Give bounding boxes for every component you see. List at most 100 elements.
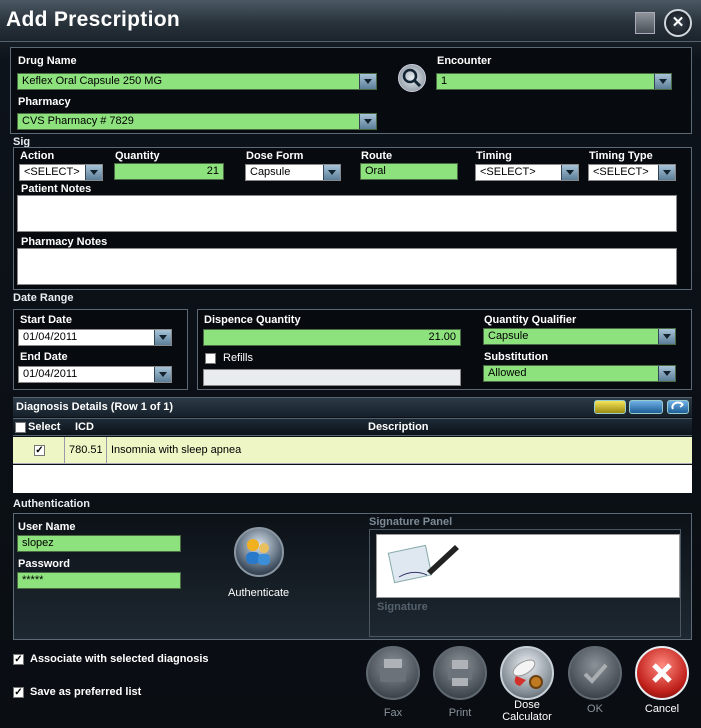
user-name-label: User Name: [18, 521, 76, 533]
action-label: Action: [20, 150, 55, 162]
chevron-down-icon[interactable]: [658, 329, 675, 344]
dose-calculator-label: Dose Calculator: [502, 699, 552, 723]
grid-empty-area: [13, 465, 692, 493]
end-date-value: 01/04/2011: [23, 368, 78, 380]
dose-form-value: Capsule: [250, 166, 291, 178]
x-icon: [652, 663, 672, 683]
start-date-value: 01/04/2011: [23, 331, 78, 343]
columns-button[interactable]: [629, 400, 663, 414]
chevron-down-icon[interactable]: [85, 165, 102, 180]
ok-button[interactable]: [568, 646, 622, 700]
pharmacy-notes-label: Pharmacy Notes: [21, 236, 108, 248]
search-drug-button[interactable]: [398, 64, 426, 92]
fax-button[interactable]: [366, 646, 420, 700]
cancel-button[interactable]: [635, 646, 689, 700]
timing-type-label: Timing Type: [589, 150, 653, 162]
select-all-checkbox[interactable]: [15, 422, 26, 433]
timing-label: Timing: [476, 150, 512, 162]
chevron-down-icon[interactable]: [359, 114, 376, 129]
substitution-label: Substitution: [484, 351, 549, 363]
route-input[interactable]: Oral: [360, 163, 458, 180]
chevron-down-icon[interactable]: [654, 74, 671, 89]
refresh-icon: [671, 401, 684, 410]
refresh-button[interactable]: [667, 400, 689, 414]
chevron-down-icon[interactable]: [154, 330, 171, 345]
grid-view-button[interactable]: [594, 400, 626, 414]
pill-gear-icon: [512, 659, 543, 689]
refills-label: Refills: [223, 352, 253, 364]
password-input[interactable]: *****: [17, 572, 181, 589]
save-preferred-label: Save as preferred list: [30, 686, 142, 698]
save-preferred-checkbox[interactable]: ✓: [13, 687, 24, 698]
pharmacy-notes-input[interactable]: [17, 248, 677, 285]
timing-value: <SELECT>: [480, 166, 536, 178]
close-button[interactable]: ✕: [664, 9, 692, 37]
quantity-input[interactable]: 21: [114, 163, 224, 180]
dose-form-select[interactable]: Capsule: [245, 164, 341, 181]
chevron-down-icon[interactable]: [359, 74, 376, 89]
drug-name-select[interactable]: Keflex Oral Capsule 250 MG: [17, 73, 377, 90]
row-select-checkbox[interactable]: ✓: [34, 445, 45, 456]
quantity-qualifier-select[interactable]: Capsule: [483, 328, 676, 345]
encounter-value: 1: [441, 75, 448, 87]
substitution-select[interactable]: Allowed: [483, 365, 676, 382]
chevron-down-icon[interactable]: [658, 165, 675, 180]
pen-signature-icon: [387, 544, 459, 584]
end-date-label: End Date: [20, 351, 68, 363]
encounter-label: Encounter: [437, 55, 492, 67]
drug-name-label: Drug Name: [18, 55, 77, 67]
window-title: Add Prescription: [6, 8, 180, 31]
pharmacy-value: CVS Pharmacy # 7829: [22, 115, 134, 127]
action-select[interactable]: <SELECT>: [19, 164, 103, 181]
associate-diagnosis-label: Associate with selected diagnosis: [30, 653, 209, 665]
authenticate-label: Authenticate: [228, 587, 290, 599]
associate-diagnosis-checkbox[interactable]: ✓: [13, 654, 24, 665]
timing-select[interactable]: <SELECT>: [475, 164, 579, 181]
patient-notes-input[interactable]: [17, 195, 677, 232]
diagnosis-header: Diagnosis Details (Row 1 of 1): [16, 401, 174, 413]
drug-name-value: Keflex Oral Capsule 250 MG: [22, 75, 163, 87]
dispense-quantity-label: Dispence Quantity: [204, 314, 301, 326]
chevron-down-icon[interactable]: [658, 366, 675, 381]
select-column-header: Select: [28, 421, 61, 433]
magnifier-icon: [402, 68, 422, 88]
action-value: <SELECT>: [24, 166, 80, 178]
substitution-value: Allowed: [488, 367, 527, 379]
end-date-picker[interactable]: 01/04/2011: [18, 366, 172, 383]
print-button[interactable]: [433, 646, 487, 700]
checkmark-icon: [583, 663, 608, 684]
table-row[interactable]: ✓ 780.51 Insomnia with sleep apnea: [13, 437, 692, 464]
close-icon: ✕: [671, 14, 685, 31]
user-name-input[interactable]: slopez: [17, 535, 181, 552]
start-date-picker[interactable]: 01/04/2011: [18, 329, 172, 346]
timing-type-value: <SELECT>: [593, 166, 649, 178]
description-column-header: Description: [368, 421, 429, 433]
pharmacy-label: Pharmacy: [18, 96, 71, 108]
dose-calculator-button[interactable]: [500, 646, 554, 700]
printer-icon: [448, 660, 472, 686]
patient-notes-label: Patient Notes: [21, 183, 92, 195]
authentication-label: Authentication: [13, 498, 90, 510]
signature-label: Signature: [377, 601, 428, 613]
pharmacy-select[interactable]: CVS Pharmacy # 7829: [17, 113, 377, 130]
signature-pad[interactable]: [376, 534, 680, 598]
timing-type-select[interactable]: <SELECT>: [588, 164, 676, 181]
description-cell: Insomnia with sleep apnea: [111, 444, 242, 456]
title-bar: Add Prescription ✕: [0, 0, 701, 42]
add-prescription-window: Add Prescription ✕ Drug Name Keflex Oral…: [0, 0, 701, 728]
signature-panel-label: Signature Panel: [369, 516, 453, 528]
route-label: Route: [361, 150, 393, 162]
encounter-select[interactable]: 1: [436, 73, 672, 90]
chevron-down-icon[interactable]: [323, 165, 340, 180]
refills-checkbox[interactable]: [205, 353, 216, 364]
dispense-quantity-input[interactable]: 21.00: [203, 329, 461, 346]
icd-column-header: ICD: [75, 421, 94, 433]
chevron-down-icon[interactable]: [561, 165, 578, 180]
chevron-down-icon[interactable]: [154, 367, 171, 382]
quantity-qualifier-value: Capsule: [488, 330, 529, 342]
diagnosis-grid-header: Select ICD Description: [13, 418, 692, 436]
minimize-button[interactable]: [635, 12, 655, 34]
ok-label: OK: [587, 703, 603, 715]
authenticate-button[interactable]: [234, 527, 284, 577]
refills-input[interactable]: [203, 369, 461, 386]
